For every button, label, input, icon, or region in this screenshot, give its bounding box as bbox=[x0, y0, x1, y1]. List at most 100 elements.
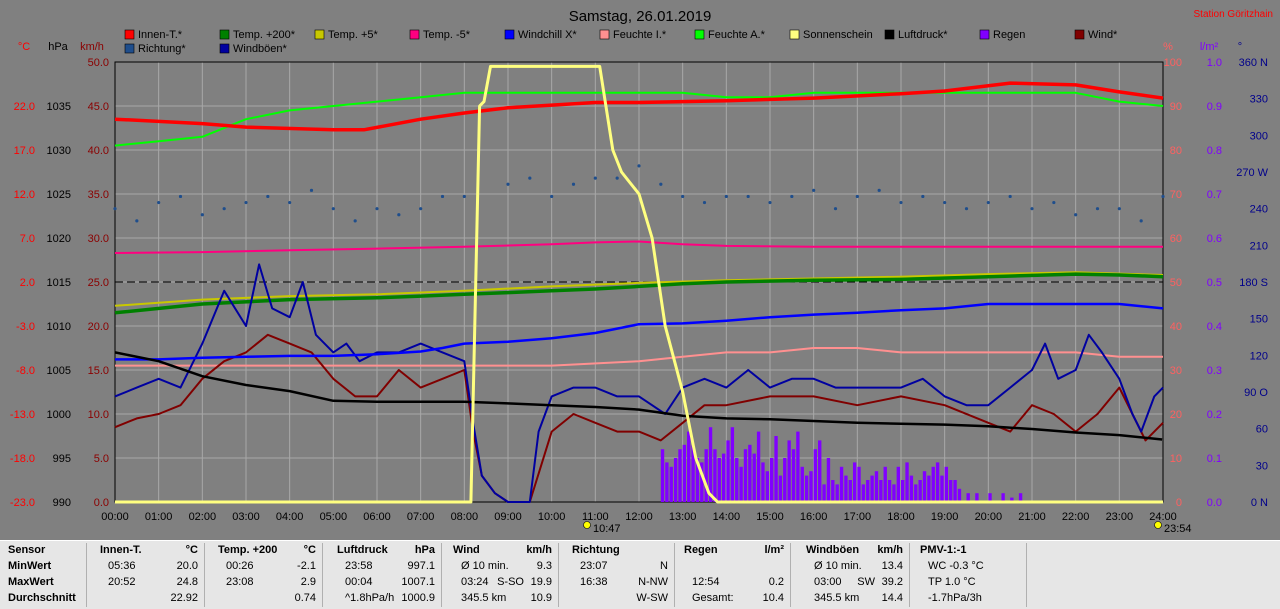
legend-label: Wind* bbox=[1088, 29, 1118, 41]
stats-cell-label: 03:00 bbox=[814, 576, 842, 588]
regen-bar bbox=[914, 484, 918, 502]
stats-cell-label: 20:52 bbox=[108, 576, 136, 588]
legend-swatch bbox=[219, 43, 230, 54]
regen-bar bbox=[804, 475, 809, 502]
regen-bar bbox=[927, 475, 931, 502]
stats-separator bbox=[909, 543, 910, 607]
regen-bar bbox=[818, 440, 822, 502]
stats-cell-value: 2.9 bbox=[300, 576, 316, 588]
legend-swatch bbox=[979, 29, 990, 40]
stats-cell-label: MaxWert bbox=[8, 576, 54, 588]
direction-axis-tick: 0 N bbox=[1251, 497, 1268, 509]
regen-bar bbox=[883, 466, 887, 502]
hpa-axis-tick: 1030 bbox=[47, 145, 71, 157]
celsius-axis-tick: -13.0 bbox=[10, 409, 35, 421]
x-axis-tick: 00:00 bbox=[101, 511, 129, 523]
richtung-point bbox=[659, 182, 663, 186]
kmh-axis-tick: 45.0 bbox=[88, 101, 109, 113]
regen-bar bbox=[857, 466, 861, 502]
stats-cell-value: -2.1 bbox=[297, 560, 316, 572]
richtung-point bbox=[768, 200, 772, 205]
regen-bar bbox=[739, 466, 743, 502]
percent-axis-tick: 50 bbox=[1170, 277, 1182, 289]
stats-header: Windböen bbox=[806, 544, 860, 556]
regen-bar bbox=[892, 484, 896, 502]
regen-bar bbox=[687, 431, 691, 502]
regen-bar bbox=[800, 466, 804, 502]
x-axis-tick: 08:00 bbox=[451, 511, 479, 523]
unit-label-celsius: °C bbox=[18, 41, 30, 53]
celsius-axis-tick: -23.0 bbox=[10, 497, 35, 509]
richtung-point bbox=[899, 200, 903, 205]
regen-bar bbox=[774, 436, 778, 502]
richtung-point bbox=[157, 200, 161, 205]
stats-cell-label: Ø 10 min. bbox=[814, 560, 862, 572]
hpa-axis-tick: 1020 bbox=[47, 233, 71, 245]
stats-unit: km/h bbox=[877, 544, 903, 556]
celsius-axis-tick: -8.0 bbox=[16, 365, 35, 377]
regen-bar bbox=[730, 427, 735, 502]
stats-unit: °C bbox=[185, 544, 198, 556]
richtung-point bbox=[833, 207, 838, 211]
stats-separator bbox=[674, 543, 675, 607]
x-axis-tick: 20:00 bbox=[975, 511, 1003, 523]
kmh-axis-tick: 40.0 bbox=[88, 145, 109, 157]
stats-cell-value: 39.2 bbox=[881, 576, 903, 588]
richtung-point bbox=[681, 194, 685, 199]
regen-bar bbox=[669, 466, 673, 502]
regen-bar bbox=[770, 458, 774, 502]
regen-bar bbox=[721, 453, 726, 502]
legend-swatch bbox=[314, 29, 325, 40]
stats-cell-label: ^1.8hPa/h bbox=[345, 592, 395, 604]
richtung-point bbox=[986, 200, 990, 205]
regen-bar bbox=[957, 488, 962, 502]
regen-bar bbox=[870, 475, 874, 502]
hpa-axis-tick: 1000 bbox=[47, 409, 71, 421]
sunset-time: 23:54 bbox=[1164, 523, 1192, 535]
unit-label-lm2: l/m² bbox=[1200, 41, 1219, 53]
regen-bar bbox=[901, 480, 905, 502]
stats-cell-value: 1007.1 bbox=[401, 576, 435, 588]
x-axis-tick: 01:00 bbox=[145, 511, 173, 523]
stats-cell-value: 997.1 bbox=[407, 560, 435, 572]
rain-axis-tick: 0.3 bbox=[1207, 365, 1222, 377]
regen-bar bbox=[678, 449, 682, 502]
richtung-point bbox=[1095, 207, 1100, 211]
kmh-axis-tick: 15.0 bbox=[88, 365, 109, 377]
regen-bar bbox=[748, 444, 752, 502]
kmh-axis-tick: 0.0 bbox=[94, 497, 109, 509]
regen-bar bbox=[852, 462, 857, 502]
celsius-axis-tick: 7.0 bbox=[20, 233, 35, 245]
legend-label: Windböen* bbox=[233, 43, 288, 55]
richtung-point bbox=[1052, 200, 1056, 205]
regen-bar bbox=[735, 458, 739, 502]
richtung-point bbox=[1161, 194, 1165, 199]
regen-bar bbox=[726, 440, 730, 502]
rain-axis-tick: 1.0 bbox=[1207, 57, 1222, 69]
legend-label: Innen-T.* bbox=[138, 29, 183, 41]
stats-cell-value: 20.0 bbox=[176, 560, 198, 572]
stats-cell-label: -1.7hPa/3h bbox=[928, 592, 982, 604]
legend-label: Richtung* bbox=[138, 43, 186, 55]
richtung-point bbox=[462, 194, 466, 199]
legend-swatch bbox=[789, 29, 800, 40]
richtung-point bbox=[1139, 219, 1143, 223]
stats-cell-value: 13.4 bbox=[881, 560, 903, 572]
stats-separator bbox=[558, 543, 559, 607]
regen-bar bbox=[761, 462, 765, 502]
stats-cell-label: 12:54 bbox=[692, 576, 720, 588]
sunrise-icon bbox=[583, 521, 591, 529]
stats-cell-direction: SW bbox=[857, 576, 875, 588]
regen-bar bbox=[717, 458, 721, 502]
hpa-axis-tick: 995 bbox=[53, 453, 71, 465]
richtung-point bbox=[943, 200, 947, 205]
regen-bar bbox=[879, 480, 883, 502]
richtung-point bbox=[877, 188, 881, 192]
x-axis-tick: 14:00 bbox=[713, 511, 741, 523]
direction-axis-tick: 150 bbox=[1250, 314, 1268, 326]
regen-bar bbox=[765, 471, 769, 502]
stats-cell-value: 19.9 bbox=[530, 576, 552, 588]
percent-axis-tick: 100 bbox=[1164, 57, 1182, 69]
stats-cell-value: 10.9 bbox=[530, 592, 552, 604]
x-axis-tick: 18:00 bbox=[887, 511, 915, 523]
